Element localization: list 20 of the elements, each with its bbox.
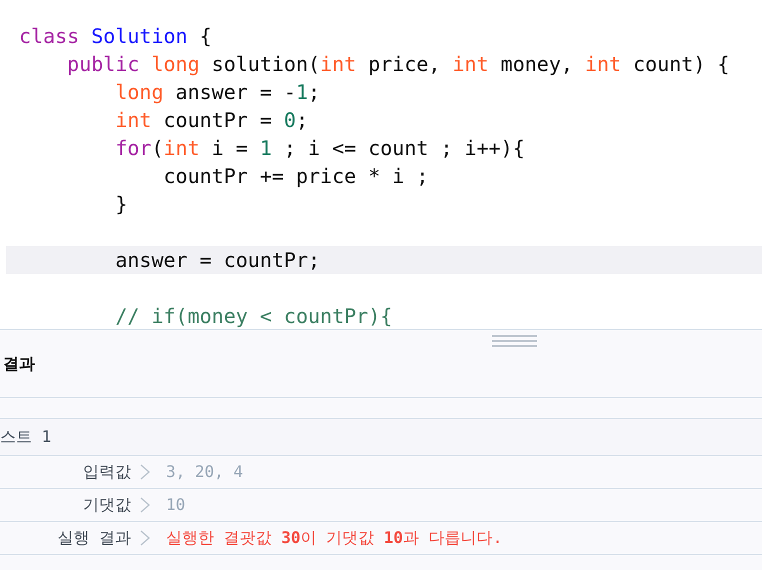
code-line: int countPr = 0; bbox=[114, 108, 308, 132]
results-title: 결과 bbox=[3, 352, 35, 374]
chevron-icon bbox=[139, 530, 151, 546]
code-line: for(int i = 1 ; i <= count ; i++){ bbox=[114, 136, 525, 160]
code-line: // if(money < countPr){ bbox=[114, 304, 392, 328]
result-label: 입력값 bbox=[82, 461, 131, 483]
code-line: class Solution { bbox=[19, 24, 212, 48]
result-value: 10 bbox=[166, 494, 186, 516]
chevron-icon bbox=[139, 497, 151, 513]
test-case-title: 스트 1 bbox=[0, 426, 52, 448]
code-line: public long solution(int price, int money, int count) { bbox=[66, 52, 730, 76]
result-value: 3, 20, 4 bbox=[166, 461, 244, 483]
resize-handle-icon[interactable] bbox=[492, 335, 537, 347]
code-line: long answer = -1; bbox=[114, 80, 320, 104]
error-message: 실행한 결괏값 30이 기댓값 10과 다릅니다. bbox=[166, 527, 502, 549]
code-line: countPr += price * i ; bbox=[162, 164, 428, 188]
chevron-icon bbox=[139, 464, 151, 480]
result-label: 실행 결과 bbox=[56, 527, 131, 549]
result-label: 기댓값 bbox=[82, 494, 131, 516]
code-line: } bbox=[114, 192, 128, 216]
